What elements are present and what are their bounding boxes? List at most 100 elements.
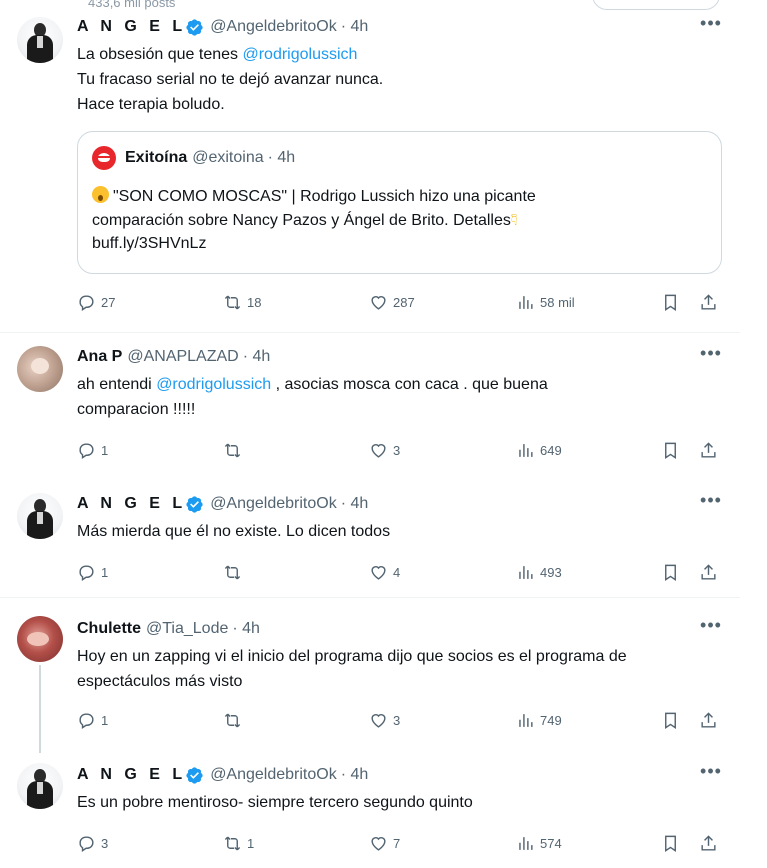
share-button[interactable] bbox=[699, 709, 718, 731]
avatar[interactable] bbox=[17, 346, 63, 392]
tweet-header: A N G E L @AngeldebritoOk · 4h bbox=[77, 493, 368, 515]
exitoina-avatar bbox=[92, 146, 116, 170]
bookmark-button[interactable] bbox=[661, 291, 680, 313]
retweet-icon bbox=[224, 565, 241, 579]
reply-button[interactable]: 1 bbox=[77, 561, 108, 583]
like-count: 3 bbox=[393, 442, 401, 458]
views-count: 493 bbox=[540, 564, 562, 580]
like-button[interactable]: 3 bbox=[369, 709, 400, 731]
avatar[interactable] bbox=[17, 17, 63, 63]
author-handle[interactable]: @Tia_Lode bbox=[146, 620, 228, 638]
tweet-header: Chulette @Tia_Lode · 4h bbox=[77, 618, 260, 640]
timestamp[interactable]: · 4h bbox=[341, 495, 369, 513]
reply-icon bbox=[79, 294, 94, 311]
text-segment: , asocias mosca con caca . que buena bbox=[271, 376, 548, 393]
tweet-actions: 1 3 649 bbox=[77, 439, 727, 461]
like-button[interactable]: 287 bbox=[369, 291, 415, 313]
author-handle[interactable]: @AngeldebritoOk bbox=[210, 18, 337, 36]
views-button[interactable]: 574 bbox=[516, 832, 562, 854]
share-icon bbox=[701, 563, 716, 580]
views-button[interactable]: 493 bbox=[516, 561, 562, 583]
bookmark-button[interactable] bbox=[661, 561, 680, 583]
tweet-angel-1[interactable]: A N G E L @AngeldebritoOk · 4h ••• La ob… bbox=[0, 0, 740, 330]
retweet-button[interactable] bbox=[223, 439, 247, 461]
reply-count: 27 bbox=[101, 294, 116, 310]
bookmark-button[interactable] bbox=[661, 439, 680, 461]
reply-count: 1 bbox=[101, 712, 109, 728]
timestamp[interactable]: · 4h bbox=[341, 766, 369, 784]
reply-button[interactable]: 1 bbox=[77, 709, 108, 731]
author-handle[interactable]: @ANAPLAZAD bbox=[127, 348, 238, 366]
timestamp[interactable]: · 4h bbox=[243, 348, 271, 366]
quoted-line: comparación sobre Nancy Pazos y Ángel de… bbox=[92, 211, 511, 229]
like-button[interactable]: 3 bbox=[369, 439, 400, 461]
tweet-text: ah entendi @rodrigolussich , asocias mos… bbox=[77, 372, 727, 422]
tweet-ana[interactable]: Ana P @ANAPLAZAD · 4h ••• ah entendi @ro… bbox=[0, 333, 740, 473]
tweet-angel-2[interactable]: A N G E L @AngeldebritoOk · 4h ••• Más m… bbox=[0, 480, 740, 595]
verified-badge-icon bbox=[186, 18, 203, 36]
retweet-button[interactable]: 1 bbox=[223, 832, 254, 854]
like-button[interactable]: 7 bbox=[369, 832, 400, 854]
tweet-actions: 1 3 749 bbox=[77, 709, 727, 731]
author-name[interactable]: Ana P bbox=[77, 348, 122, 366]
share-button[interactable] bbox=[699, 561, 718, 583]
views-button[interactable]: 649 bbox=[516, 439, 562, 461]
more-icon[interactable]: ••• bbox=[700, 344, 722, 368]
views-button[interactable]: 749 bbox=[516, 709, 562, 731]
author-name[interactable]: A N G E L bbox=[77, 766, 186, 784]
quoted-header: Exitoína @exitoina · 4h bbox=[92, 146, 295, 170]
views-icon bbox=[519, 713, 533, 727]
author-name[interactable]: A N G E L bbox=[77, 495, 186, 513]
quoted-link[interactable]: buff.ly/3SHVnLz bbox=[92, 232, 712, 256]
more-icon[interactable]: ••• bbox=[700, 616, 722, 640]
tweet-header: Ana P @ANAPLAZAD · 4h bbox=[77, 346, 270, 368]
tweet-text: Hoy en un zapping vi el inicio del progr… bbox=[77, 644, 727, 694]
tweet-actions: 3 1 7 574 bbox=[77, 832, 727, 854]
bookmark-button[interactable] bbox=[661, 709, 680, 731]
tweet-angel-3[interactable]: A N G E L @AngeldebritoOk · 4h ••• Es un… bbox=[0, 753, 740, 868]
share-button[interactable] bbox=[699, 832, 718, 854]
like-button[interactable]: 4 bbox=[369, 561, 400, 583]
reply-button[interactable]: 3 bbox=[77, 832, 108, 854]
tweet-text: Más mierda que él no existe. Lo dicen to… bbox=[77, 519, 727, 544]
mention-link[interactable]: @rodrigolussich bbox=[156, 376, 271, 393]
views-icon bbox=[519, 443, 533, 457]
views-button[interactable]: 58 mil bbox=[516, 291, 575, 313]
author-name[interactable]: Chulette bbox=[77, 620, 141, 638]
tweet-chulette[interactable]: Chulette @Tia_Lode · 4h ••• Hoy en un za… bbox=[0, 603, 740, 753]
timestamp[interactable]: · 4h bbox=[232, 620, 260, 638]
share-button[interactable] bbox=[699, 291, 718, 313]
share-icon bbox=[701, 834, 716, 851]
author-handle[interactable]: @AngeldebritoOk bbox=[210, 495, 337, 513]
retweet-icon bbox=[224, 713, 241, 727]
retweet-button[interactable] bbox=[223, 561, 247, 583]
author-handle[interactable]: @AngeldebritoOk bbox=[210, 766, 337, 784]
heart-icon bbox=[371, 295, 386, 310]
retweet-icon bbox=[224, 836, 241, 850]
avatar[interactable] bbox=[17, 616, 63, 662]
avatar[interactable] bbox=[17, 493, 63, 539]
text-line: Hoy en un zapping vi el inicio del progr… bbox=[77, 648, 627, 665]
reply-button[interactable]: 1 bbox=[77, 439, 108, 461]
mention-link[interactable]: @rodrigolussich bbox=[242, 46, 357, 63]
more-icon[interactable]: ••• bbox=[700, 491, 722, 515]
share-icon bbox=[701, 711, 716, 728]
reply-button[interactable]: 27 bbox=[77, 291, 115, 313]
views-count: 574 bbox=[540, 835, 562, 851]
text-line: Más mierda que él no existe. Lo dicen to… bbox=[77, 523, 391, 540]
views-count: 749 bbox=[540, 712, 562, 728]
bookmark-button[interactable] bbox=[661, 832, 680, 854]
author-name[interactable]: A N G E L bbox=[77, 18, 186, 36]
tweet-header: A N G E L @AngeldebritoOk · 4h bbox=[77, 764, 368, 786]
heart-icon bbox=[371, 565, 386, 580]
more-icon[interactable]: ••• bbox=[700, 762, 722, 786]
share-button[interactable] bbox=[699, 439, 718, 461]
retweet-count: 1 bbox=[247, 835, 255, 851]
quoted-author-name: Exitoína bbox=[125, 149, 188, 166]
more-icon[interactable]: ••• bbox=[700, 14, 722, 38]
timestamp[interactable]: · 4h bbox=[341, 18, 369, 36]
quoted-tweet[interactable]: Exitoína @exitoina · 4h "SON COMO MOSCAS… bbox=[77, 131, 722, 274]
avatar[interactable] bbox=[17, 763, 63, 809]
retweet-button[interactable] bbox=[223, 709, 247, 731]
retweet-button[interactable]: 18 bbox=[223, 291, 261, 313]
